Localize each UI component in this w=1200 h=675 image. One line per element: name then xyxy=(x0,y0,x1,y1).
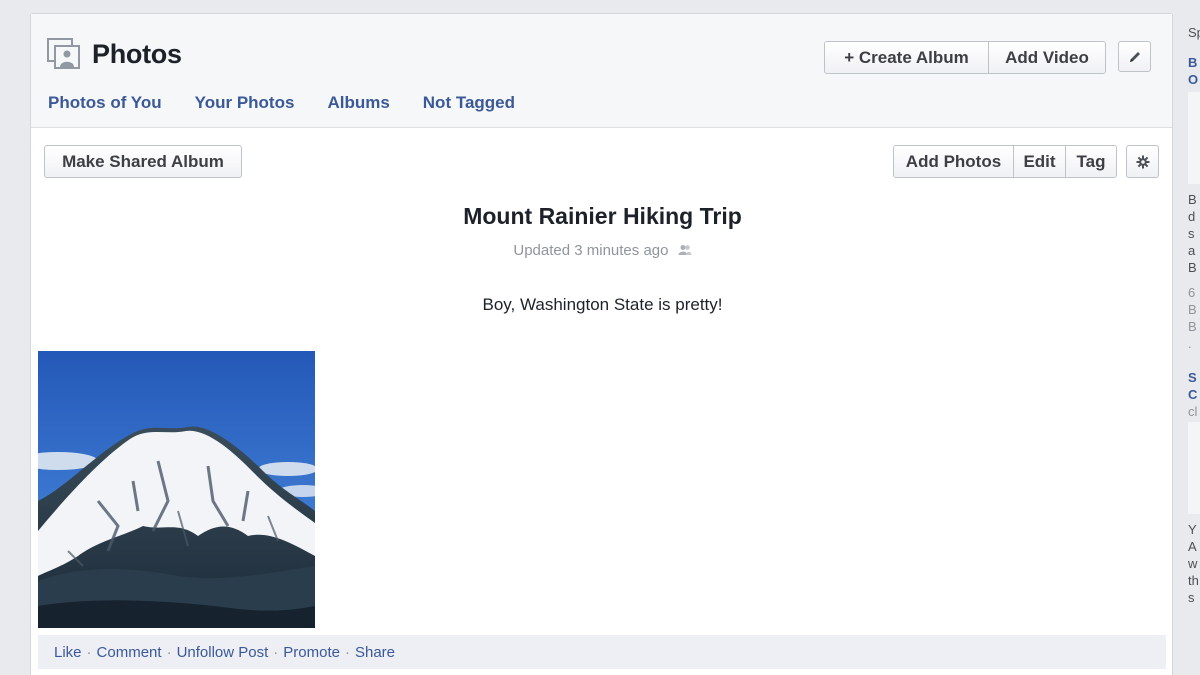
sidebar-fragment: B xyxy=(1188,260,1197,275)
right-sidebar-clipped: Sp B O B d s a B 6 B B . S C cl Y A w th… xyxy=(1188,0,1200,675)
album-title: Mount Rainier Hiking Trip xyxy=(463,203,742,229)
photos-icon xyxy=(47,38,80,69)
promote-link[interactable]: Promote xyxy=(283,644,340,661)
tab-your-photos[interactable]: Your Photos xyxy=(195,93,295,113)
album-description: Boy, Washington State is pretty! xyxy=(482,295,723,314)
sidebar-fragment: a xyxy=(1188,243,1196,258)
tab-not-tagged[interactable]: Not Tagged xyxy=(423,93,515,113)
unfollow-post-link[interactable]: Unfollow Post xyxy=(177,644,269,661)
tag-button[interactable]: Tag xyxy=(1066,146,1116,177)
comment-link[interactable]: Comment xyxy=(97,644,162,661)
album-updated: Updated 3 minutes ago xyxy=(31,242,1174,259)
album-actions-group: Add Photos Edit Tag xyxy=(893,145,1117,178)
sidebar-fragment: Y xyxy=(1188,522,1197,537)
share-link[interactable]: Share xyxy=(355,644,395,661)
sidebar-fragment[interactable]: C xyxy=(1188,387,1197,402)
sidebar-fragment: s xyxy=(1188,226,1195,241)
like-link[interactable]: Like xyxy=(54,644,82,661)
sidebar-fragment: A xyxy=(1188,539,1197,554)
edit-button[interactable]: Edit xyxy=(1014,146,1066,177)
photos-panel: Photos Photos of You Your Photos Albums … xyxy=(30,13,1173,675)
sidebar-fragment: d xyxy=(1188,209,1196,224)
sidebar-fragment: B xyxy=(1188,319,1197,334)
sidebar-fragment[interactable]: B xyxy=(1188,55,1197,70)
sidebar-fragment: B xyxy=(1188,192,1197,207)
photo-tabs: Photos of You Your Photos Albums Not Tag… xyxy=(48,93,548,113)
sidebar-fragment: Sp xyxy=(1188,25,1200,40)
shared-people-icon xyxy=(678,245,692,255)
create-button-group: + Create Album Add Video xyxy=(824,41,1106,74)
separator: · xyxy=(344,643,350,661)
album-photo-mount-rainier[interactable] xyxy=(38,351,315,628)
sidebar-fragment: cl xyxy=(1188,404,1198,419)
sidebar-fragment: 6 xyxy=(1188,285,1196,300)
separator: · xyxy=(166,643,172,661)
sidebar-ad-image[interactable] xyxy=(1188,92,1200,184)
tab-albums[interactable]: Albums xyxy=(327,93,389,113)
tab-photos-of-you[interactable]: Photos of You xyxy=(48,93,162,113)
create-album-button[interactable]: + Create Album xyxy=(825,42,989,73)
sidebar-fragment: B xyxy=(1188,302,1197,317)
post-action-bar: Like · Comment · Unfollow Post · Promote… xyxy=(38,635,1166,669)
separator: · xyxy=(86,643,92,661)
gear-icon xyxy=(1136,155,1149,168)
settings-button[interactable] xyxy=(1126,145,1159,178)
sidebar-fragment: . xyxy=(1188,336,1192,351)
edit-pencil-button[interactable] xyxy=(1118,41,1151,72)
sidebar-ad-image[interactable] xyxy=(1188,422,1200,514)
sidebar-fragment: w xyxy=(1188,556,1198,571)
updated-text: Updated 3 minutes ago xyxy=(513,242,669,259)
separator: · xyxy=(273,643,279,661)
sidebar-fragment[interactable]: O xyxy=(1188,72,1198,87)
add-photos-button[interactable]: Add Photos xyxy=(894,146,1014,177)
page-title: Photos xyxy=(92,39,182,69)
sidebar-fragment: th xyxy=(1188,573,1199,588)
make-shared-album-button[interactable]: Make Shared Album xyxy=(44,145,242,178)
sidebar-fragment[interactable]: S xyxy=(1188,370,1197,385)
add-video-button[interactable]: Add Video xyxy=(989,42,1105,73)
sidebar-fragment: s xyxy=(1188,590,1195,605)
photos-header: Photos Photos of You Your Photos Albums … xyxy=(31,14,1172,128)
pencil-icon xyxy=(1129,51,1140,62)
